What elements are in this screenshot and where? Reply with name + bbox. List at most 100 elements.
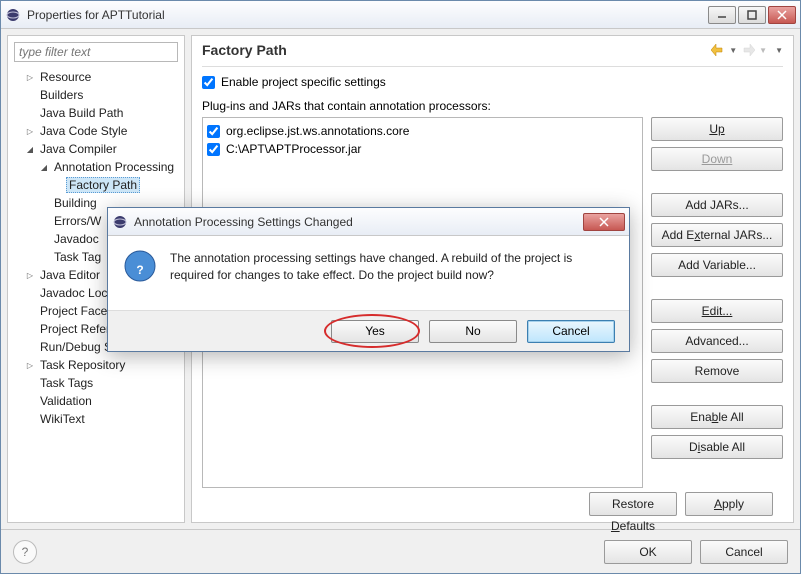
dialog-cancel-button[interactable]: Cancel (527, 320, 615, 343)
tree-item[interactable]: Java Build Path (10, 104, 182, 122)
tree-label: Java Build Path (38, 106, 125, 120)
list-label: Plug-ins and JARs that contain annotatio… (202, 99, 783, 113)
enable-row: Enable project specific settings (202, 75, 783, 89)
twisty-icon[interactable] (24, 341, 36, 353)
twisty-icon[interactable]: ▷ (24, 269, 36, 281)
divider (202, 66, 783, 67)
restore-defaults-button[interactable]: Restore Defaults (589, 492, 677, 516)
enable-all-button[interactable]: Enable All (651, 405, 783, 429)
disable-all-button[interactable]: Disable All (651, 435, 783, 459)
apply-button[interactable]: Apply (685, 492, 773, 516)
down-button: Down (651, 147, 783, 171)
twisty-icon[interactable] (38, 251, 50, 263)
no-button[interactable]: No (429, 320, 517, 343)
filter-input[interactable] (14, 42, 178, 62)
minimize-button[interactable] (708, 6, 736, 24)
ok-button[interactable]: OK (604, 540, 692, 564)
twisty-icon[interactable]: ▷ (24, 125, 36, 137)
tree-label: Resource (38, 70, 93, 84)
list-item[interactable]: C:\APT\APTProcessor.jar (207, 140, 638, 158)
twisty-icon[interactable] (24, 395, 36, 407)
dialog-message: The annotation processing settings have … (170, 250, 613, 302)
list-item-checkbox[interactable] (207, 125, 220, 138)
maximize-button[interactable] (738, 6, 766, 24)
twisty-icon[interactable] (38, 215, 50, 227)
tree-label: Builders (38, 88, 85, 102)
cancel-button[interactable]: Cancel (700, 540, 788, 564)
titlebar[interactable]: Properties for APTTutorial (1, 1, 800, 29)
twisty-icon[interactable] (24, 89, 36, 101)
tree-label: Java Editor (38, 268, 102, 282)
close-button[interactable] (768, 6, 796, 24)
add-external-jars-button[interactable]: Add External JARs... (651, 223, 783, 247)
back-icon[interactable] (711, 44, 725, 56)
list-item-label: org.eclipse.jst.ws.annotations.core (226, 124, 409, 138)
enable-label: Enable project specific settings (221, 75, 386, 89)
twisty-icon[interactable] (24, 377, 36, 389)
tree-item[interactable]: ▷Java Code Style (10, 122, 182, 140)
tree-label: Javadoc Loca (38, 286, 116, 300)
back-dropdown-icon[interactable]: ▼ (729, 46, 737, 55)
list-item[interactable]: org.eclipse.jst.ws.annotations.core (207, 122, 638, 140)
tree-item[interactable]: WikiText (10, 410, 182, 428)
menu-dropdown-icon[interactable]: ▼ (775, 46, 783, 55)
advanced-button[interactable]: Advanced... (651, 329, 783, 353)
eclipse-icon (5, 7, 21, 23)
tree-label: Java Compiler (38, 142, 119, 156)
list-item-checkbox[interactable] (207, 143, 220, 156)
footer: ? OK Cancel (1, 529, 800, 573)
twisty-icon[interactable] (24, 323, 36, 335)
enable-project-settings-checkbox[interactable] (202, 76, 215, 89)
tree-label: Project Facet (38, 304, 113, 318)
add-variable-button[interactable]: Add Variable... (651, 253, 783, 277)
question-icon: ? (124, 250, 156, 282)
tree-label: Run/Debug S (38, 340, 114, 354)
dialog-close-button[interactable] (583, 213, 625, 231)
main-header: Factory Path ▼ ▼ ▼ (202, 42, 783, 58)
tree-label: Java Code Style (38, 124, 129, 138)
filter-field[interactable] (14, 42, 178, 62)
twisty-icon[interactable] (38, 197, 50, 209)
twisty-icon[interactable] (24, 107, 36, 119)
svg-text:?: ? (136, 263, 143, 277)
twisty-icon[interactable] (52, 179, 64, 191)
twisty-icon[interactable]: ▷ (24, 359, 36, 371)
twisty-icon[interactable] (24, 305, 36, 317)
tree-label: Task Tag (52, 250, 103, 264)
twisty-icon[interactable]: ◢ (24, 143, 36, 155)
tree-label: Factory Path (66, 177, 140, 193)
window-controls (708, 6, 796, 24)
dialog-titlebar[interactable]: Annotation Processing Settings Changed (108, 208, 629, 236)
tree-label: Errors/W (52, 214, 103, 228)
twisty-icon[interactable] (38, 233, 50, 245)
tree-item[interactable]: ▷Resource (10, 68, 182, 86)
twisty-icon[interactable]: ▷ (24, 71, 36, 83)
tree-item[interactable]: ◢Java Compiler (10, 140, 182, 158)
twisty-icon[interactable] (24, 287, 36, 299)
yes-button[interactable]: Yes (331, 320, 419, 343)
up-button[interactable]: Up (651, 117, 783, 141)
remove-button[interactable]: Remove (651, 359, 783, 383)
bottom-row: Restore Defaults Apply (202, 488, 783, 516)
help-icon[interactable]: ? (13, 540, 37, 564)
tree-item[interactable]: Builders (10, 86, 182, 104)
tree-item[interactable]: ◢Annotation Processing (10, 158, 182, 176)
page-title: Factory Path (202, 42, 287, 58)
twisty-icon[interactable] (24, 413, 36, 425)
button-column: Up Down Add JARs... Add External JARs...… (651, 117, 783, 488)
twisty-icon[interactable]: ◢ (38, 161, 50, 173)
window-title: Properties for APTTutorial (27, 8, 708, 22)
add-jars-button[interactable]: Add JARs... (651, 193, 783, 217)
tree-item[interactable]: Factory Path (10, 176, 182, 194)
tree-label: Annotation Processing (52, 160, 176, 174)
forward-dropdown-icon: ▼ (759, 46, 767, 55)
tree-label: Javadoc (52, 232, 101, 246)
tree-item[interactable]: Task Tags (10, 374, 182, 392)
dialog-title: Annotation Processing Settings Changed (134, 215, 583, 229)
tree-label: WikiText (38, 412, 87, 426)
tree-item[interactable]: ▷Task Repository (10, 356, 182, 374)
tree-label: Task Tags (38, 376, 95, 390)
edit-button[interactable]: Edit... (651, 299, 783, 323)
tree-item[interactable]: Validation (10, 392, 182, 410)
tree-label: Building (52, 196, 99, 210)
